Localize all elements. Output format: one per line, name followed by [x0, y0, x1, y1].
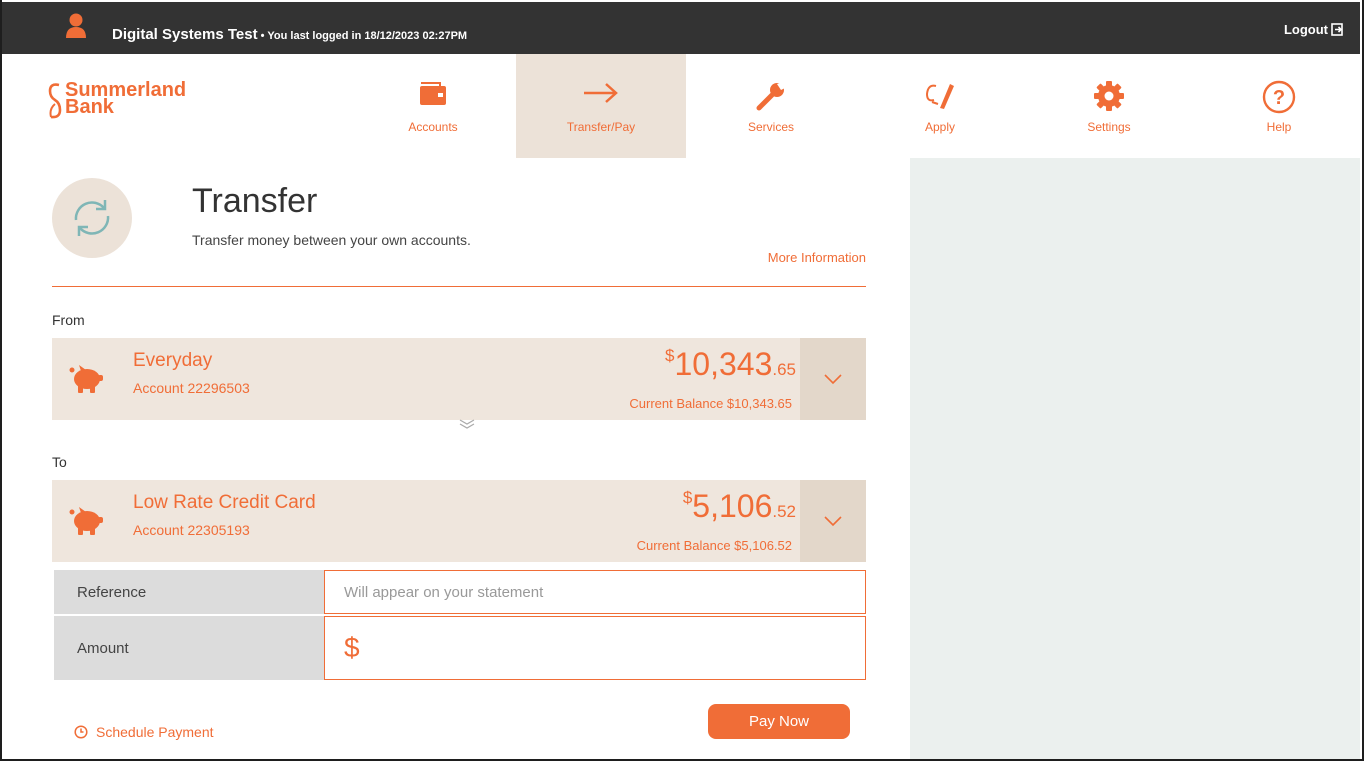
to-balance-cents: .52	[772, 502, 796, 521]
to-balance: $5,106.52	[683, 488, 796, 525]
from-balance-cents: .65	[772, 360, 796, 379]
user-name: Digital Systems Test	[112, 26, 258, 43]
swap-accounts-icon[interactable]	[458, 418, 476, 430]
to-label: To	[52, 454, 67, 470]
logout-button[interactable]: Logout	[1284, 22, 1344, 37]
nav-settings-label: Settings	[1087, 120, 1131, 134]
from-balance: $10,343.65	[665, 346, 796, 383]
page-subtitle: Transfer money between your own accounts…	[192, 232, 471, 248]
amount-input[interactable]	[365, 639, 865, 657]
svg-text:?: ?	[1273, 87, 1285, 109]
bank-name-line2: Bank	[65, 96, 114, 118]
bank-logo[interactable]: Summerland Bank	[48, 80, 186, 120]
nav-help[interactable]: ? Help	[1194, 54, 1364, 158]
to-currency-symbol: $	[682, 488, 693, 507]
nav-transfer-pay[interactable]: Transfer/Pay	[516, 54, 686, 158]
logout-label: Logout	[1283, 22, 1328, 37]
logout-icon	[1331, 23, 1343, 36]
transfer-circle	[52, 178, 132, 258]
piggy-bank-icon	[69, 507, 103, 535]
arrow-right-icon	[584, 83, 618, 103]
from-account-name: Everyday	[133, 350, 213, 371]
main-header: Summerland Bank Accounts Transfer/Pay Se…	[2, 54, 1360, 158]
side-panel	[910, 158, 1360, 759]
schedule-payment-label: Schedule Payment	[96, 724, 214, 740]
user-icon	[66, 13, 86, 38]
section-divider	[52, 286, 866, 287]
piggy-bank-icon	[69, 365, 103, 393]
nav-apply-label: Apply	[924, 120, 956, 134]
bank-name: Summerland Bank	[65, 80, 186, 118]
more-information-link[interactable]: More Information	[768, 250, 866, 265]
to-account-name: Low Rate Credit Card	[133, 492, 316, 513]
from-account-selector[interactable]: Everyday Account 22296503 $10,343.65 Cur…	[52, 338, 866, 420]
to-account-selector[interactable]: Low Rate Credit Card Account 22305193 $5…	[52, 480, 866, 562]
to-dropdown-toggle[interactable]	[800, 480, 866, 562]
nav-apply[interactable]: Apply	[855, 54, 1025, 158]
question-circle-icon: ?	[1262, 80, 1296, 114]
top-bar: Digital Systems Test • You last logged i…	[2, 2, 1360, 54]
chevron-down-icon	[824, 516, 842, 527]
chevron-down-icon	[824, 374, 842, 385]
reference-input[interactable]	[344, 583, 865, 601]
schedule-payment-link[interactable]: Schedule Payment	[74, 724, 214, 740]
amount-label: Amount	[54, 616, 324, 680]
from-dropdown-toggle[interactable]	[800, 338, 866, 420]
nav-services-label: Services	[747, 120, 794, 134]
gear-icon	[1094, 81, 1124, 111]
bank-logo-icon	[48, 83, 62, 119]
nav-settings[interactable]: Settings	[1024, 54, 1194, 158]
clock-icon	[74, 725, 88, 739]
nav-accounts[interactable]: Accounts	[348, 54, 518, 158]
nav-help-label: Help	[1266, 120, 1292, 134]
refresh-icon	[74, 200, 110, 236]
from-label: From	[52, 312, 85, 328]
from-current-balance: Current Balance $10,343.65	[629, 396, 792, 411]
to-balance-main: 5,106	[692, 488, 773, 524]
to-account-number: Account 22305193	[133, 522, 250, 538]
reference-field-wrapper	[324, 570, 866, 614]
reference-label: Reference	[54, 570, 324, 614]
amount-field-wrapper: $	[324, 616, 866, 680]
pay-now-button[interactable]: Pay Now	[708, 704, 850, 739]
user-greeting: Digital Systems Test • You last logged i…	[112, 26, 467, 43]
from-balance-main: 10,343	[674, 346, 773, 382]
wallet-icon	[420, 82, 446, 105]
last-login-text: • You last logged in 18/12/2023 02:27PM	[257, 30, 468, 42]
pen-sign-icon	[925, 84, 954, 109]
nav-transfer-pay-label: Transfer/Pay	[566, 120, 636, 134]
amount-currency-symbol: $	[344, 632, 360, 663]
nav-accounts-label: Accounts	[408, 120, 458, 134]
page-title: Transfer	[192, 182, 318, 220]
from-account-number: Account 22296503	[133, 380, 250, 396]
to-current-balance: Current Balance $5,106.52	[636, 538, 792, 553]
wrench-icon	[756, 82, 785, 111]
nav-services[interactable]: Services	[686, 54, 856, 158]
